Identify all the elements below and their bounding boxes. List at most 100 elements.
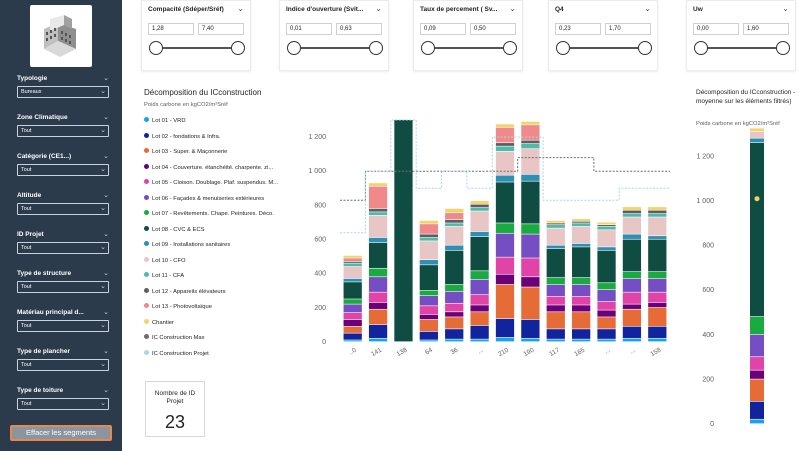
bar-segment[interactable] <box>495 223 515 233</box>
bar-segment[interactable] <box>445 219 464 223</box>
bar-segment[interactable] <box>597 226 616 230</box>
bar-segment[interactable] <box>343 261 362 263</box>
bar-segment[interactable] <box>368 277 388 292</box>
bar-segment[interactable] <box>597 247 616 251</box>
bar-segment[interactable] <box>343 255 362 258</box>
bar-segment[interactable] <box>368 212 388 216</box>
bar-segment[interactable] <box>368 292 388 303</box>
filter-dropdown[interactable]: Tout ⌄ <box>17 242 109 254</box>
slicer-max-input[interactable]: 0,50 <box>470 23 516 35</box>
bar-segment[interactable] <box>368 268 388 277</box>
bar-segment[interactable] <box>622 271 642 279</box>
legend-item[interactable]: Chantier <box>144 318 174 328</box>
bar-segment[interactable] <box>521 319 540 338</box>
bar-segment[interactable] <box>495 257 515 274</box>
bar-segment[interactable] <box>521 224 540 234</box>
slider-track[interactable] <box>156 47 238 49</box>
bar-segment[interactable] <box>470 271 489 280</box>
bar-segment[interactable] <box>419 331 438 340</box>
chevron-down-icon[interactable]: ⌄ <box>103 229 109 240</box>
slider-max-handle[interactable] <box>776 41 790 55</box>
bar-segment[interactable] <box>495 233 515 257</box>
filter-dropdown[interactable]: Tout ⌄ <box>17 281 109 293</box>
bar-segment[interactable] <box>622 234 642 239</box>
bar-segment[interactable] <box>419 314 438 320</box>
bar-segment[interactable] <box>572 277 591 285</box>
legend-item[interactable]: Lot 05 - Cloison. Doublage. Plaf. suspen… <box>144 179 278 188</box>
slider-track[interactable] <box>563 47 645 49</box>
bar-segment[interactable] <box>622 326 642 338</box>
bar-segment[interactable] <box>470 295 489 305</box>
bar-segment[interactable] <box>343 326 362 333</box>
bar-segment[interactable] <box>495 124 515 128</box>
bar-segment[interactable] <box>419 340 438 342</box>
bar-segment[interactable] <box>521 174 540 181</box>
chevron-down-icon[interactable]: ⌄ <box>103 151 109 162</box>
bar-segment[interactable] <box>546 339 565 342</box>
bar-segment[interactable] <box>648 213 667 217</box>
legend-item[interactable]: Lot 02 - fondations & Infra. <box>144 132 220 142</box>
bar-segment[interactable] <box>597 310 616 317</box>
slicer-max-input[interactable]: 1,60 <box>743 23 789 35</box>
bar-segment[interactable] <box>445 312 464 317</box>
bar-segment[interactable] <box>597 301 616 310</box>
bar-segment[interactable] <box>470 211 489 232</box>
bar-segment[interactable] <box>368 208 388 212</box>
bar-segment[interactable] <box>648 207 667 210</box>
bar-segment[interactable] <box>445 339 464 342</box>
legend-item[interactable]: Lot 04 - Couverture. étanchéité. charpen… <box>144 163 273 173</box>
bar-segment[interactable] <box>495 337 515 342</box>
bar-segment[interactable] <box>648 239 667 272</box>
slider-min-handle[interactable] <box>421 41 435 55</box>
bar-segment[interactable] <box>648 278 667 292</box>
slider-track[interactable] <box>701 47 783 49</box>
bar-segment[interactable] <box>343 278 362 282</box>
bar-segment[interactable] <box>495 182 515 223</box>
chevron-down-icon[interactable]: ⌄ <box>375 4 382 13</box>
bar-segment[interactable] <box>521 338 540 342</box>
bar-segment[interactable] <box>343 312 362 320</box>
bar-segment[interactable] <box>394 120 413 342</box>
bar-segment[interactable] <box>572 219 591 222</box>
legend-item[interactable]: Lot 13 - Photovoltaïque <box>144 303 212 312</box>
bar-segment[interactable] <box>648 326 667 338</box>
bar-segment[interactable] <box>572 296 591 305</box>
slicer-min-input[interactable]: 0,23 <box>555 23 601 35</box>
bar-segment[interactable] <box>470 236 489 271</box>
bar-segment[interactable] <box>445 329 464 339</box>
bar-segment[interactable] <box>546 248 565 278</box>
legend-item[interactable]: Lot 08 - CVC & ECS <box>144 225 205 235</box>
bar-segment[interactable] <box>622 210 642 214</box>
bar-segment[interactable] <box>419 290 438 296</box>
bar-segment[interactable] <box>368 338 388 342</box>
slicer-min-input[interactable]: 0,01 <box>286 23 332 35</box>
filter-dropdown[interactable]: Tout ⌄ <box>17 203 109 215</box>
bar-segment[interactable] <box>521 125 540 140</box>
bar-segment[interactable] <box>750 419 764 424</box>
bar-segment[interactable] <box>622 338 642 342</box>
bar-segment[interactable] <box>419 224 438 234</box>
bar-segment[interactable] <box>368 302 388 309</box>
bar-segment[interactable] <box>521 181 540 224</box>
legend-item[interactable]: Lot 12 - Appareils élévateurs <box>144 287 225 297</box>
bar-segment[interactable] <box>470 312 489 326</box>
chevron-down-icon[interactable]: ⌄ <box>103 385 109 396</box>
legend-item[interactable]: Lot 06 - Façades & menuiseries extérieur… <box>144 194 264 204</box>
bar-segment[interactable] <box>572 247 591 278</box>
bar-segment[interactable] <box>419 220 438 224</box>
slider-min-handle[interactable] <box>694 41 708 55</box>
slicer-min-input[interactable]: 0,09 <box>420 23 466 35</box>
slider-min-handle[interactable] <box>287 41 301 55</box>
bar-segment[interactable] <box>343 319 362 327</box>
bar-segment[interactable] <box>445 245 464 251</box>
bar-segment[interactable] <box>750 128 764 132</box>
chevron-down-icon[interactable]: ⌄ <box>103 112 109 123</box>
bar-segment[interactable] <box>622 217 642 234</box>
filter-dropdown[interactable]: Tout ⌄ <box>17 164 109 176</box>
bar-segment[interactable] <box>419 241 438 260</box>
bar-segment[interactable] <box>546 225 565 228</box>
bar-segment[interactable] <box>445 226 464 245</box>
bar-segment[interactable] <box>750 370 764 379</box>
bar-segment[interactable] <box>597 225 616 227</box>
bar-segment[interactable] <box>597 289 616 302</box>
